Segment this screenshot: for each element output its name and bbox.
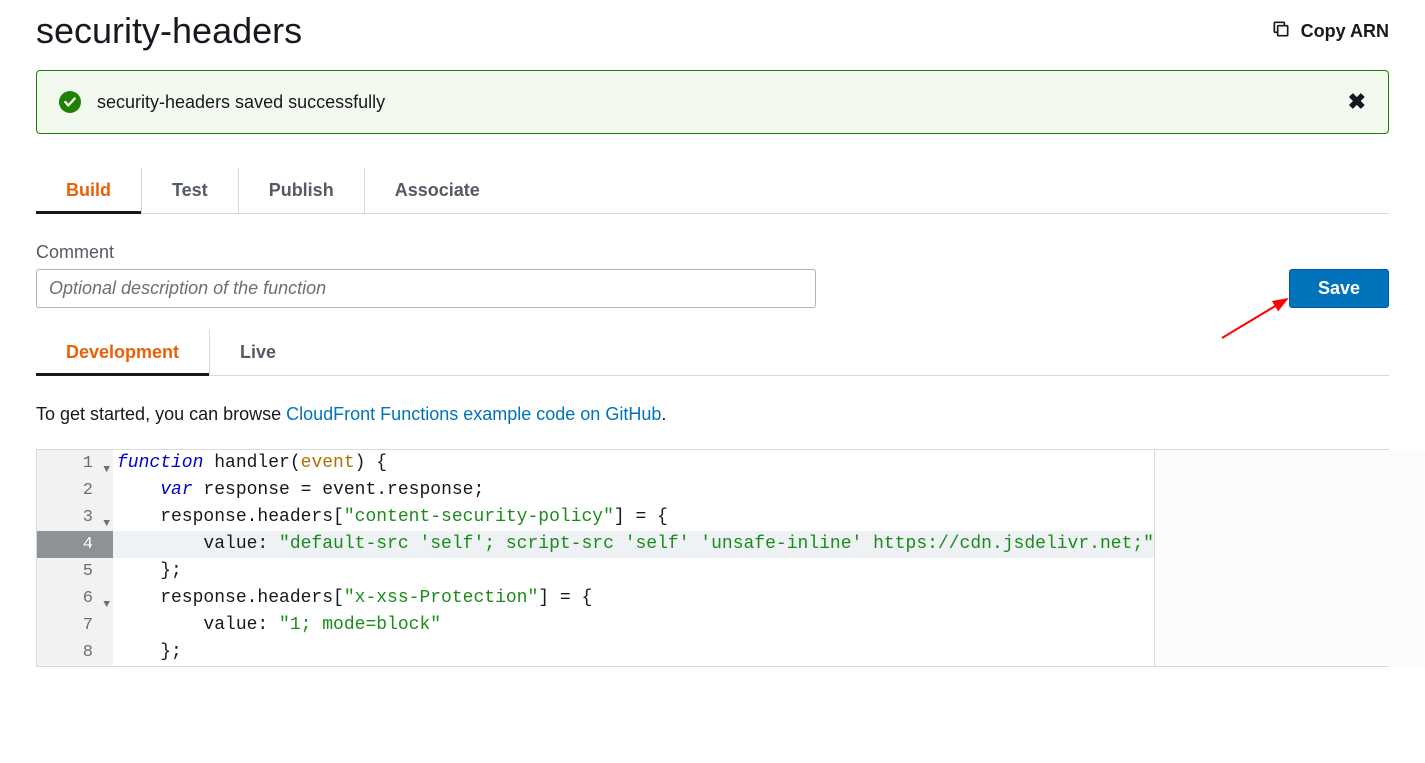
copy-arn-label: Copy ARN <box>1301 21 1389 42</box>
help-prefix: To get started, you can browse <box>36 404 286 424</box>
main-tabs: BuildTestPublishAssociate <box>36 168 1389 214</box>
line-number: 7 <box>37 612 113 639</box>
copy-arn-button[interactable]: Copy ARN <box>1271 19 1389 44</box>
check-circle-icon <box>59 91 81 113</box>
code-line[interactable]: }; <box>113 639 1154 666</box>
code-line[interactable]: response.headers["content-security-polic… <box>113 504 1154 531</box>
line-number: 2 <box>37 477 113 504</box>
help-suffix: . <box>661 404 666 424</box>
tab-associate[interactable]: Associate <box>365 168 510 213</box>
save-button[interactable]: Save <box>1289 269 1389 308</box>
tab-publish[interactable]: Publish <box>239 168 365 213</box>
code-line[interactable]: value: "1; mode=block" <box>113 612 1154 639</box>
code-gutter: 1▼23▼456▼78 <box>37 450 113 666</box>
alert-message: security-headers saved successfully <box>97 92 385 113</box>
line-number: 4 <box>37 531 113 558</box>
comment-label: Comment <box>36 242 816 263</box>
line-number: 1▼ <box>37 450 113 477</box>
code-line[interactable]: response.headers["x-xss-Protection"] = { <box>113 585 1154 612</box>
code-body[interactable]: function handler(event) { var response =… <box>113 450 1154 666</box>
subtab-live[interactable]: Live <box>210 330 306 375</box>
tab-test[interactable]: Test <box>142 168 239 213</box>
comment-input[interactable] <box>36 269 816 308</box>
line-number: 5 <box>37 558 113 585</box>
help-text: To get started, you can browse CloudFron… <box>36 404 1389 425</box>
line-number: 6▼ <box>37 585 113 612</box>
line-number: 3▼ <box>37 504 113 531</box>
page-title: security-headers <box>36 10 302 52</box>
close-icon[interactable]: ✖ <box>1348 89 1366 115</box>
tab-build[interactable]: Build <box>36 168 142 213</box>
line-number: 8 <box>37 639 113 666</box>
github-link[interactable]: CloudFront Functions example code on Git… <box>286 404 661 424</box>
code-line[interactable]: var response = event.response; <box>113 477 1154 504</box>
code-editor[interactable]: 1▼23▼456▼78 function handler(event) { va… <box>36 449 1389 667</box>
sub-tabs: DevelopmentLive <box>36 330 1389 376</box>
subtab-development[interactable]: Development <box>36 330 210 375</box>
copy-icon <box>1271 19 1291 44</box>
code-minimap <box>1154 450 1425 666</box>
success-alert: security-headers saved successfully ✖ <box>36 70 1389 134</box>
code-line[interactable]: value: "default-src 'self'; script-src '… <box>113 531 1154 558</box>
code-line[interactable]: }; <box>113 558 1154 585</box>
code-line[interactable]: function handler(event) { <box>113 450 1154 477</box>
